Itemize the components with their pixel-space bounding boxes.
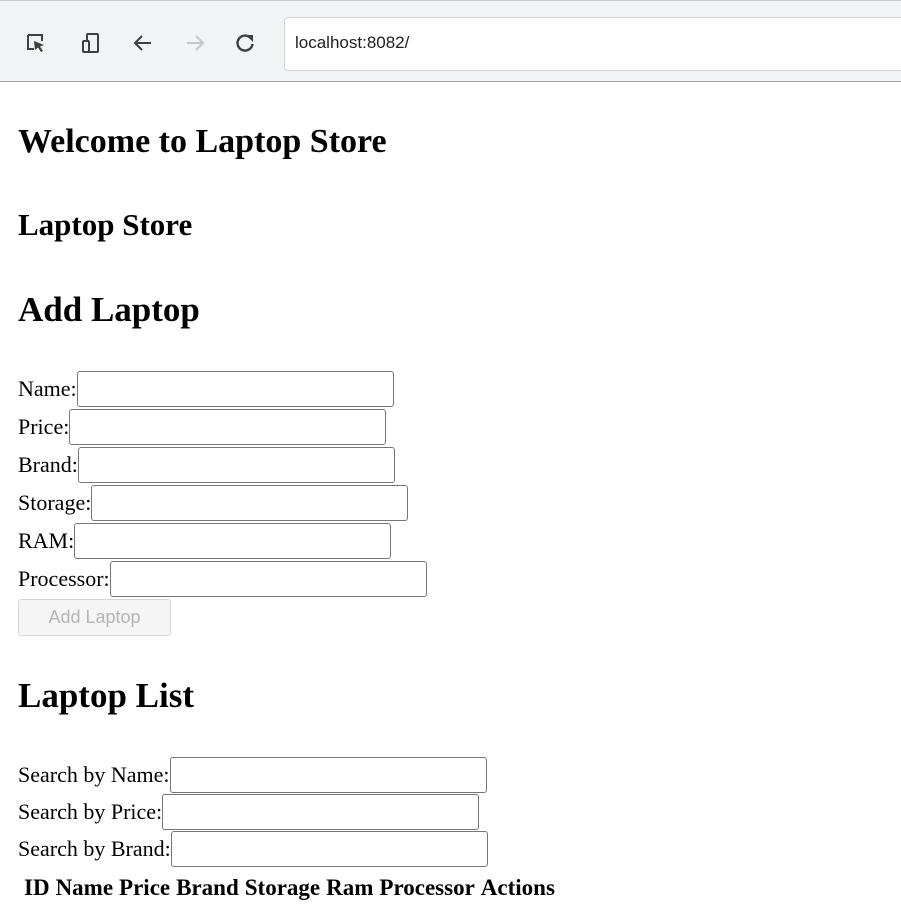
column-header-brand: Brand	[176, 875, 239, 900]
ram-label: RAM:	[18, 528, 75, 553]
ram-input[interactable]	[74, 523, 392, 559]
search-price-label: Search by Price:	[18, 799, 163, 824]
column-header-id: ID	[24, 875, 50, 900]
search-brand-row: Search by Brand:	[18, 830, 488, 868]
store-heading: Laptop Store	[18, 207, 193, 242]
processor-row: Processor:	[18, 560, 427, 598]
address-url: localhost:8082/	[295, 33, 410, 52]
price-label: Price:	[18, 414, 70, 439]
search-name-row: Search by Name:	[18, 756, 487, 794]
browser-toolbar: localhost:8082/	[0, 0, 901, 82]
brand-input[interactable]	[77, 447, 395, 483]
add-laptop-button[interactable]: Add Laptop	[18, 599, 171, 636]
name-label: Name:	[18, 376, 77, 401]
price-input[interactable]	[69, 409, 387, 445]
laptop-table-header: ID Name Price Brand Storage Ram Processo…	[24, 873, 555, 903]
storage-input[interactable]	[91, 485, 409, 521]
brand-row: Brand:	[18, 446, 395, 484]
forward-arrow-icon	[183, 31, 207, 55]
laptop-list-heading: Laptop List	[18, 676, 195, 715]
column-header-price: Price	[119, 875, 171, 900]
name-row: Name:	[18, 370, 394, 408]
search-name-label: Search by Name:	[18, 762, 170, 787]
ram-row: RAM:	[18, 522, 392, 560]
column-header-name: Name	[55, 875, 114, 900]
column-header-storage: Storage	[244, 875, 321, 900]
column-header-processor: Processor	[379, 875, 475, 900]
reload-icon[interactable]	[233, 31, 257, 55]
storage-label: Storage:	[18, 490, 92, 515]
inspect-element-icon[interactable]	[24, 31, 48, 55]
welcome-heading: Welcome to Laptop Store	[18, 123, 387, 160]
search-price-input[interactable]	[162, 794, 480, 830]
storage-row: Storage:	[18, 484, 409, 522]
name-input[interactable]	[76, 371, 394, 407]
brand-label: Brand:	[18, 452, 78, 477]
back-arrow-icon[interactable]	[131, 31, 155, 55]
device-toggle-icon[interactable]	[80, 31, 104, 55]
processor-label: Processor:	[18, 566, 110, 591]
search-name-input[interactable]	[169, 757, 487, 793]
search-price-row: Search by Price:	[18, 793, 480, 831]
search-brand-input[interactable]	[170, 831, 488, 867]
add-laptop-heading: Add Laptop	[18, 290, 200, 329]
address-bar[interactable]: localhost:8082/	[284, 17, 901, 71]
search-brand-label: Search by Brand:	[18, 836, 171, 861]
price-row: Price:	[18, 408, 387, 446]
column-header-actions: Actions	[480, 875, 555, 900]
processor-input[interactable]	[109, 561, 427, 597]
column-header-ram: Ram	[326, 875, 374, 900]
